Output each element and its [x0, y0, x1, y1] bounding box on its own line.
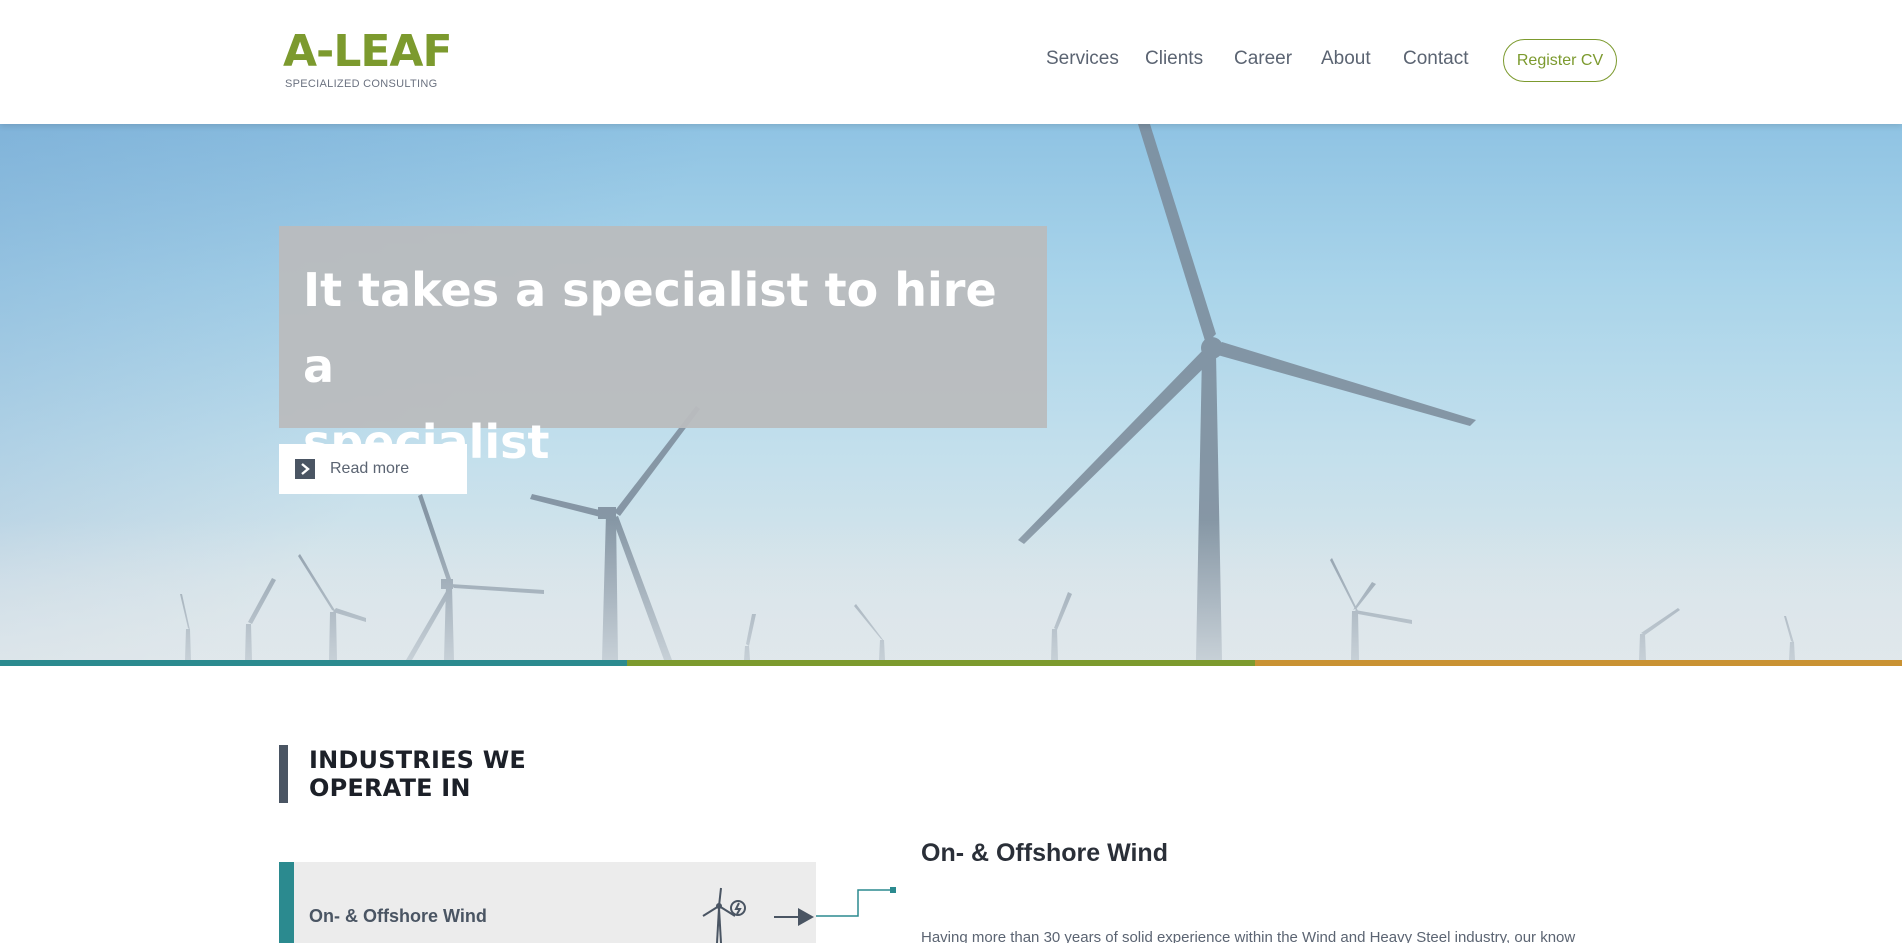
nav-contact[interactable]: Contact [1403, 48, 1468, 70]
hero-headline-box: It takes a specialist to hire a speciali… [279, 226, 1047, 469]
logo-wordmark: A-LEAF [283, 26, 453, 77]
stripe-orange [1255, 660, 1902, 666]
logo-tagline: SPECIALIZED CONSULTING [285, 78, 438, 90]
stripe-teal [0, 660, 627, 666]
industry-label: On- & Offshore Wind [309, 906, 487, 926]
nav-career[interactable]: Career [1234, 48, 1292, 70]
nav-about[interactable]: About [1321, 48, 1371, 70]
wind-turbine-icon [702, 887, 746, 943]
site-header: A-LEAF SPECIALIZED CONSULTING Services C… [0, 0, 1902, 124]
connector-line [816, 887, 896, 917]
read-more-label: Read more [330, 460, 410, 477]
industry-card-wind[interactable]: On- & Offshore Wind [279, 862, 816, 943]
industries-heading: INDUSTRIES WE OPERATE IN [279, 745, 526, 803]
register-cv-button[interactable]: Register CV [1503, 39, 1617, 82]
chevron-right-icon [295, 459, 315, 479]
read-more-button[interactable]: Read more [279, 444, 467, 494]
nav-clients[interactable]: Clients [1145, 48, 1203, 70]
stripe-green [627, 660, 1255, 666]
nav-services[interactable]: Services [1046, 48, 1119, 70]
hero-banner: It takes a specialist to hire a speciali… [0, 124, 1902, 660]
arrow-right-icon [774, 908, 814, 926]
industry-detail-text: Having more than 30 years of solid exper… [921, 929, 1576, 943]
logo[interactable]: A-LEAF SPECIALIZED CONSULTING [283, 26, 453, 91]
industry-detail-title: On- & Offshore Wind [921, 839, 1168, 867]
